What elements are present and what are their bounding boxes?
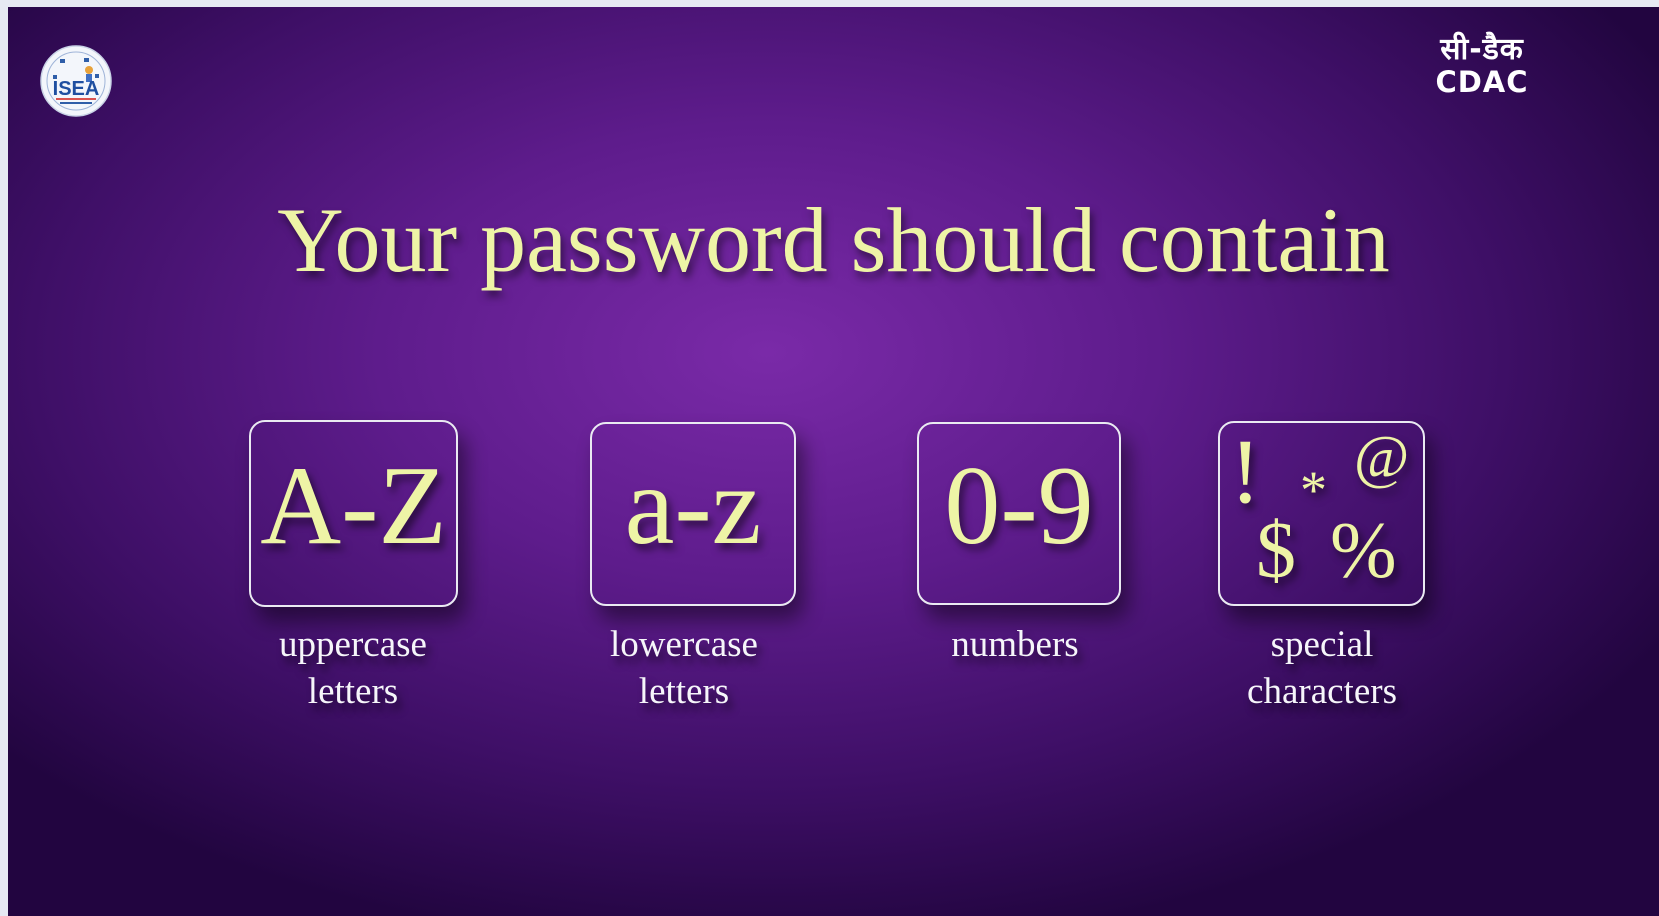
lowercase-label-line2: letters bbox=[638, 671, 730, 712]
lowercase-label: lowercase letters bbox=[554, 621, 814, 715]
lowercase-glyph-box: a-z bbox=[590, 422, 796, 606]
numbers-label: numbers bbox=[885, 621, 1145, 668]
at-sign-symbol: @ bbox=[1354, 424, 1410, 490]
uppercase-label-line2: letters bbox=[307, 671, 399, 712]
uppercase-label-line1: uppercase bbox=[279, 624, 427, 665]
dollar-sign-symbol: $ bbox=[1256, 507, 1296, 595]
numbers-label-line1: numbers bbox=[951, 624, 1079, 665]
cdac-logo: सी-डैक CDAC bbox=[1428, 35, 1536, 97]
asterisk-symbol: * bbox=[1300, 460, 1327, 520]
uppercase-glyph-box: A-Z bbox=[249, 420, 458, 607]
isea-logo: ISEA bbox=[40, 45, 112, 117]
uppercase-glyphs: A-Z bbox=[260, 444, 447, 568]
isea-logo-text: ISEA bbox=[53, 78, 100, 100]
cdac-logo-latin: CDAC bbox=[1435, 65, 1529, 99]
lowercase-glyphs: a-z bbox=[624, 444, 762, 568]
numbers-glyph-box: 0-9 bbox=[917, 422, 1121, 605]
special-characters-label-line1: special bbox=[1270, 624, 1374, 665]
slide-title: Your password should contain bbox=[277, 189, 1390, 291]
percent-sign-symbol: % bbox=[1330, 507, 1397, 595]
exclamation-symbol: ! bbox=[1230, 420, 1261, 522]
uppercase-label: uppercase letters bbox=[223, 621, 483, 715]
special-characters-label: special characters bbox=[1192, 621, 1452, 715]
lowercase-label-line1: lowercase bbox=[610, 624, 758, 665]
special-characters-label-line2: characters bbox=[1247, 671, 1397, 712]
cdac-logo-hindi: सी-डैक bbox=[1440, 32, 1524, 67]
special-characters-glyph-box: ! * @ $ % bbox=[1218, 421, 1425, 606]
slide-frame: ISEA सी-डैक CDAC Your password should co… bbox=[8, 7, 1659, 916]
numbers-glyphs: 0-9 bbox=[944, 444, 1094, 568]
